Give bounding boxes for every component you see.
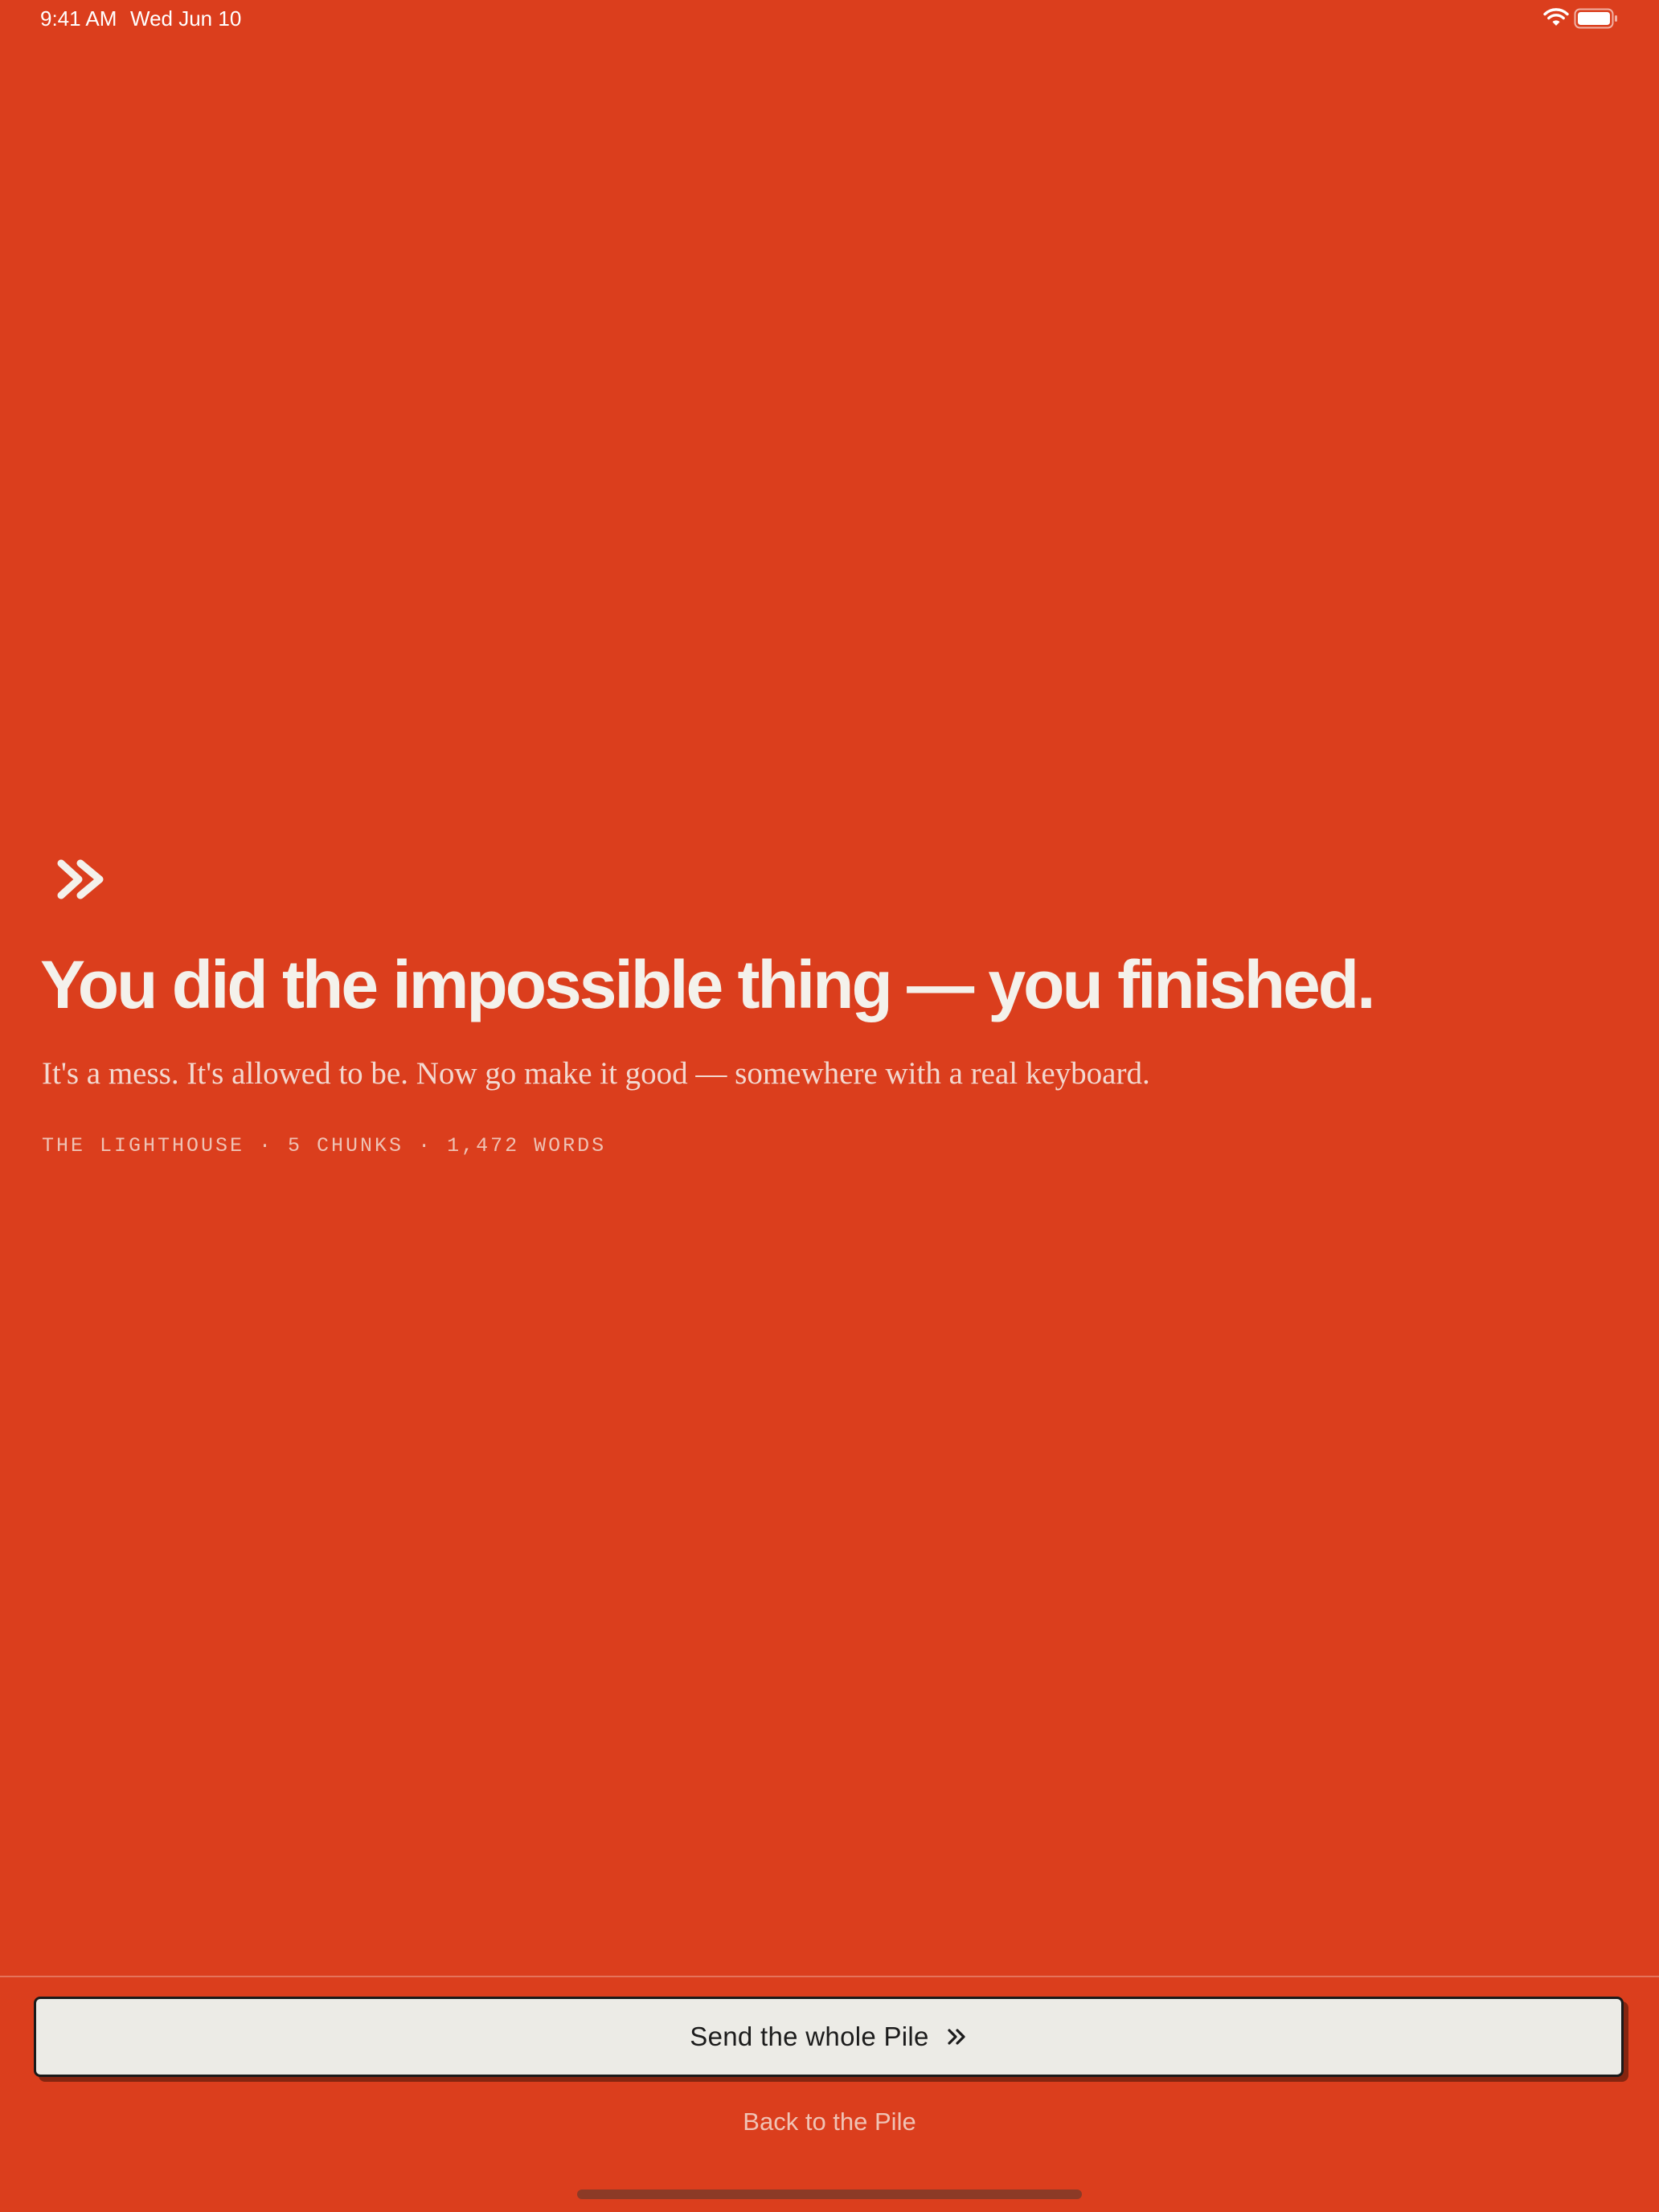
double-chevron-right-icon — [57, 859, 104, 899]
battery-icon — [1574, 8, 1617, 29]
home-indicator[interactable] — [577, 2189, 1082, 2199]
project-meta: THE LIGHTHOUSE · 5 CHUNKS · 1,472 WORDS — [42, 1134, 607, 1157]
double-chevron-right-icon — [948, 2029, 965, 2045]
wifi-icon — [1543, 8, 1569, 26]
status-time: 9:41 AM — [40, 6, 117, 31]
send-whole-pile-button[interactable]: Send the whole Pile — [34, 1997, 1624, 2077]
subhead: It's a mess. It's allowed to be. Now go … — [42, 1056, 1150, 1091]
status-date: Wed Jun 10 — [130, 6, 242, 31]
send-button-label: Send the whole Pile — [690, 2022, 929, 2051]
back-to-pile-link[interactable]: Back to the Pile — [0, 2108, 1659, 2136]
footer-divider — [0, 1976, 1659, 1977]
status-bar: 9:41 AM Wed Jun 10 — [0, 0, 1659, 39]
headline: You did the impossible thing — you finis… — [40, 947, 1375, 1022]
